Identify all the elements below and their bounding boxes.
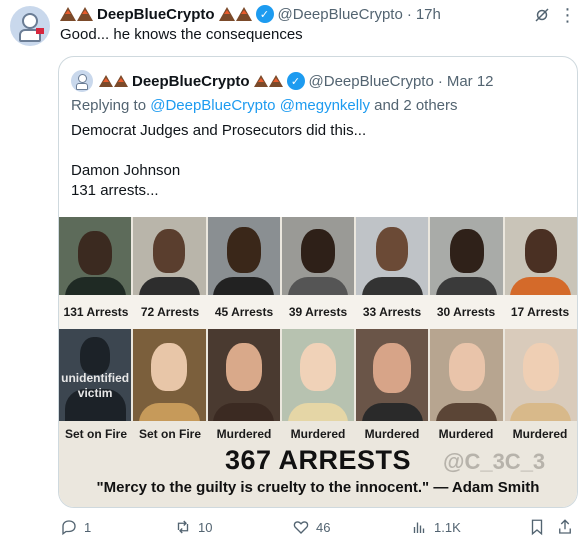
mugshot-photo [504, 217, 577, 295]
quoted-tweet-header: DeepBlueCrypto ✓ @DeepBlueCrypto · Mar 1… [71, 69, 494, 93]
views-button[interactable]: 1.1K [410, 518, 461, 536]
mention-link[interactable]: @megynkelly [280, 97, 370, 114]
verified-badge-icon[interactable]: ✓ [286, 72, 305, 90]
quoted-author-avatar[interactable] [71, 70, 93, 92]
arrest-count-labels: 131 Arrests 72 Arrests 45 Arrests 39 Arr… [59, 295, 577, 329]
tweet-text: Good... he knows the consequences [60, 26, 303, 43]
victim-silhouette-photo: unidentified victim [59, 329, 132, 421]
volcano-emoji-icon [99, 75, 128, 87]
mention-link[interactable]: @DeepBlueCrypto [150, 97, 275, 114]
quoted-author-name[interactable]: DeepBlueCrypto [132, 73, 250, 90]
quoted-tweet-text: Democrat Judges and Prosecutors did this… [71, 122, 367, 199]
reply-icon [62, 520, 76, 536]
share-icon [559, 519, 571, 534]
like-button[interactable]: 46 [292, 518, 330, 536]
author-avatar[interactable] [10, 6, 50, 46]
victim-photo [281, 329, 355, 421]
tweet-actions: 1 10 46 1.1K [60, 518, 575, 540]
grok-icon[interactable] [531, 4, 553, 26]
bookmark-button[interactable] [528, 518, 546, 536]
reply-button[interactable]: 1 [60, 518, 91, 536]
image-watermark: @C_3C_3 [443, 449, 546, 474]
more-icon[interactable]: ⋮ [557, 4, 579, 26]
tweet-header: DeepBlueCrypto ✓ @DeepBlueCrypto · 17h [60, 4, 441, 24]
victim-photo [133, 329, 206, 421]
views-bar-chart-icon [413, 522, 425, 533]
verified-badge-icon[interactable]: ✓ [255, 5, 274, 23]
heart-icon [293, 521, 309, 534]
tweet-image[interactable]: 131 Arrests 72 Arrests 45 Arrests 39 Arr… [59, 217, 577, 507]
quoted-tweet[interactable]: DeepBlueCrypto ✓ @DeepBlueCrypto · Mar 1… [58, 56, 578, 508]
victim-photo [207, 329, 280, 421]
bookmark-icon [531, 519, 543, 536]
victim-fate-labels: Set on Fire Set on Fire Murdered Murdere… [59, 421, 577, 447]
victim-photo [504, 329, 577, 421]
share-button[interactable] [556, 518, 574, 536]
mugshot-photo [356, 217, 429, 295]
tweet-timestamp[interactable]: 17h [416, 6, 441, 23]
volcano-emoji-icon [60, 7, 93, 21]
author-name[interactable]: DeepBlueCrypto [97, 6, 215, 23]
image-quote: "Mercy to the guilty is cruelty to the i… [96, 479, 540, 496]
victim-photo [430, 329, 503, 421]
volcano-emoji-icon [253, 75, 283, 87]
quoted-timestamp[interactable]: Mar 12 [447, 73, 494, 90]
mugshot-photo [281, 217, 355, 295]
mugshot-photo [133, 217, 206, 295]
mugshot-photo [207, 217, 280, 295]
author-handle[interactable]: @DeepBlueCrypto [278, 6, 403, 23]
mugshot-photo [430, 217, 503, 295]
retweet-button[interactable]: 10 [174, 518, 212, 536]
retweet-icon [177, 520, 189, 534]
mugshot-photo [59, 217, 132, 295]
replying-to: Replying to @DeepBlueCrypto @megynkelly … [71, 97, 458, 114]
total-arrests: 367 ARRESTS [225, 445, 412, 475]
mugshot-row [59, 217, 577, 295]
volcano-emoji-icon [218, 7, 252, 21]
victim-photo [356, 329, 429, 421]
quoted-author-handle[interactable]: @DeepBlueCrypto [309, 73, 434, 90]
victim-row: unidentified victim [59, 329, 577, 421]
astronaut-helmet-icon [22, 13, 38, 29]
